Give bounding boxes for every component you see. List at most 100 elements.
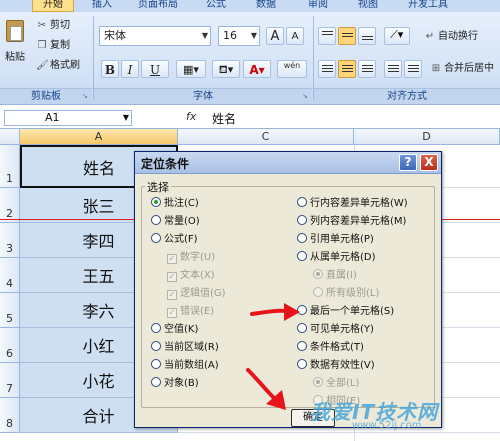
column-header-d[interactable]: D	[354, 129, 500, 145]
option-row-differences[interactable]: 行内容差异单元格(W)	[297, 196, 408, 211]
merge-cells-icon: ⊞	[431, 63, 441, 74]
align-bottom-button[interactable]	[358, 27, 376, 45]
text-orientation-icon: ⟋▾	[390, 28, 404, 41]
check-errors[interactable]: ✓ 错误(E)	[167, 304, 214, 319]
align-middle-button[interactable]	[338, 27, 356, 45]
dialog-title: 定位条件	[141, 157, 190, 171]
check-logicals[interactable]: ✓ 逻辑值(G)	[167, 286, 226, 301]
option-dependents[interactable]: 从属单元格(D)	[297, 250, 376, 265]
option-current-array[interactable]: 当前数组(A)	[151, 358, 219, 373]
clipboard-launcher-icon[interactable]: ↘	[82, 92, 88, 100]
align-center-button[interactable]	[338, 60, 356, 78]
row-header[interactable]: 8	[0, 398, 20, 433]
check-numbers[interactable]: ✓ 数字(U)	[167, 250, 215, 265]
option-all-levels[interactable]: 所有级别(L)	[313, 286, 379, 301]
insert-function-icon[interactable]: fx	[186, 110, 196, 123]
tab-review[interactable]: 审阅	[300, 0, 336, 12]
underline-button[interactable]: U	[141, 60, 169, 78]
option-objects[interactable]: 对象(B)	[151, 376, 199, 391]
name-box[interactable]: A1 ▼	[4, 110, 132, 126]
fill-color-button[interactable]: ⛾▾	[212, 60, 240, 78]
checkbox-checked-icon: ✓	[167, 254, 177, 264]
chevron-down-icon: ▼	[122, 113, 129, 122]
decrease-indent-button[interactable]	[384, 60, 402, 78]
option-precedents[interactable]: 引用单元格(P)	[297, 232, 374, 247]
row-header[interactable]: 5	[0, 293, 20, 328]
radio-icon	[151, 341, 161, 351]
paint-bucket-icon: ⛾▾	[218, 63, 234, 76]
select-all-corner[interactable]	[0, 129, 20, 145]
option-blanks[interactable]: 空值(K)	[151, 322, 198, 337]
tab-page-layout[interactable]: 页面布局	[130, 0, 186, 12]
help-button[interactable]: ?	[399, 154, 417, 171]
ribbon: 粘贴 ✂ 剪切 ❐ 复制 🖌格式刷 剪贴板 ↘ 宋体 ▼ 16 ▼ A A B I U …	[0, 12, 500, 105]
bold-button[interactable]: B	[101, 60, 119, 78]
font-color-button[interactable]: A▾	[243, 60, 271, 78]
tab-formulas[interactable]: 公式	[198, 0, 234, 12]
option-current-region[interactable]: 当前区域(R)	[151, 340, 219, 355]
option-data-validation[interactable]: 数据有效性(V)	[297, 358, 375, 373]
radio-icon	[297, 251, 307, 261]
row-header[interactable]: 1	[0, 145, 20, 188]
orientation-button[interactable]: ⟋▾	[384, 27, 410, 45]
align-top-button[interactable]	[318, 27, 336, 45]
formula-input[interactable]: 姓名	[212, 110, 236, 127]
align-right-button[interactable]	[358, 60, 376, 78]
cut-button[interactable]: ✂ 剪切	[36, 18, 70, 34]
check-text[interactable]: ✓ 文本(X)	[167, 268, 215, 283]
tab-view[interactable]: 视图	[350, 0, 386, 12]
font-launcher-icon[interactable]: ↘	[302, 92, 308, 100]
copy-button[interactable]: ❐ 复制	[36, 38, 70, 54]
option-direct-only[interactable]: 直属(I)	[313, 268, 357, 283]
row-header[interactable]: 4	[0, 258, 20, 293]
row-header[interactable]: 2	[0, 188, 20, 223]
row-header[interactable]: 7	[0, 363, 20, 398]
tab-insert[interactable]: 插入	[84, 0, 120, 12]
brush-icon: 🖌	[36, 60, 49, 71]
wrap-text-button[interactable]: ↵ 自动换行	[424, 29, 478, 45]
option-constants[interactable]: 常量(O)	[151, 214, 200, 229]
option-comments[interactable]: 批注(C)	[151, 196, 199, 211]
increase-indent-button[interactable]	[404, 60, 422, 78]
radio-icon	[151, 359, 161, 369]
font-size-select[interactable]: 16 ▼	[218, 26, 260, 46]
tab-home[interactable]: 开始	[32, 0, 74, 12]
font-group-label: 字体	[94, 88, 312, 104]
radio-icon	[151, 215, 161, 225]
close-button[interactable]: X	[420, 154, 438, 171]
paste-button[interactable]: 粘贴	[2, 18, 28, 76]
font-color-icon: A▾	[249, 63, 265, 77]
shrink-font-button[interactable]: A	[286, 27, 304, 45]
borders-button[interactable]: ▦▾	[176, 60, 206, 78]
italic-button[interactable]: I	[121, 60, 139, 78]
radio-selected-icon	[151, 197, 161, 207]
option-visible-cells[interactable]: 可见单元格(Y)	[297, 322, 374, 337]
align-left-button[interactable]	[318, 60, 336, 78]
radio-icon	[297, 233, 307, 243]
option-formulas[interactable]: 公式(F)	[151, 232, 198, 247]
row-header[interactable]: 6	[0, 328, 20, 363]
dialog-titlebar[interactable]: 定位条件 ? X	[135, 152, 441, 174]
scissors-icon: ✂	[37, 20, 47, 31]
radio-icon	[297, 341, 307, 351]
grow-font-button[interactable]: A	[266, 27, 284, 45]
border-grid-icon: ▦▾	[183, 63, 199, 76]
row-header[interactable]: 3	[0, 223, 20, 258]
paste-label: 粘贴	[5, 52, 25, 63]
column-header-c[interactable]: C	[178, 129, 354, 145]
checkbox-checked-icon: ✓	[167, 290, 177, 300]
option-last-cell[interactable]: 最后一个单元格(S)	[297, 304, 394, 319]
option-conditional-formats[interactable]: 条件格式(T)	[297, 340, 364, 355]
font-name-select[interactable]: 宋体 ▼	[99, 26, 211, 46]
checkbox-checked-icon: ✓	[167, 308, 177, 318]
format-painter-button[interactable]: 🖌格式刷	[36, 58, 80, 74]
option-column-differences[interactable]: 列内容差异单元格(M)	[297, 214, 406, 229]
tab-data[interactable]: 数据	[248, 0, 284, 12]
column-header-a[interactable]: A	[20, 129, 178, 145]
chevron-down-icon: ▼	[201, 31, 208, 40]
radio-selected-icon	[313, 269, 323, 279]
tab-developer[interactable]: 开发工具	[398, 0, 458, 12]
phonetic-button[interactable]: wén	[277, 60, 307, 78]
merge-center-button[interactable]: ⊞ 合并后居中	[430, 61, 494, 77]
option-validation-all[interactable]: 全部(L)	[313, 376, 359, 391]
